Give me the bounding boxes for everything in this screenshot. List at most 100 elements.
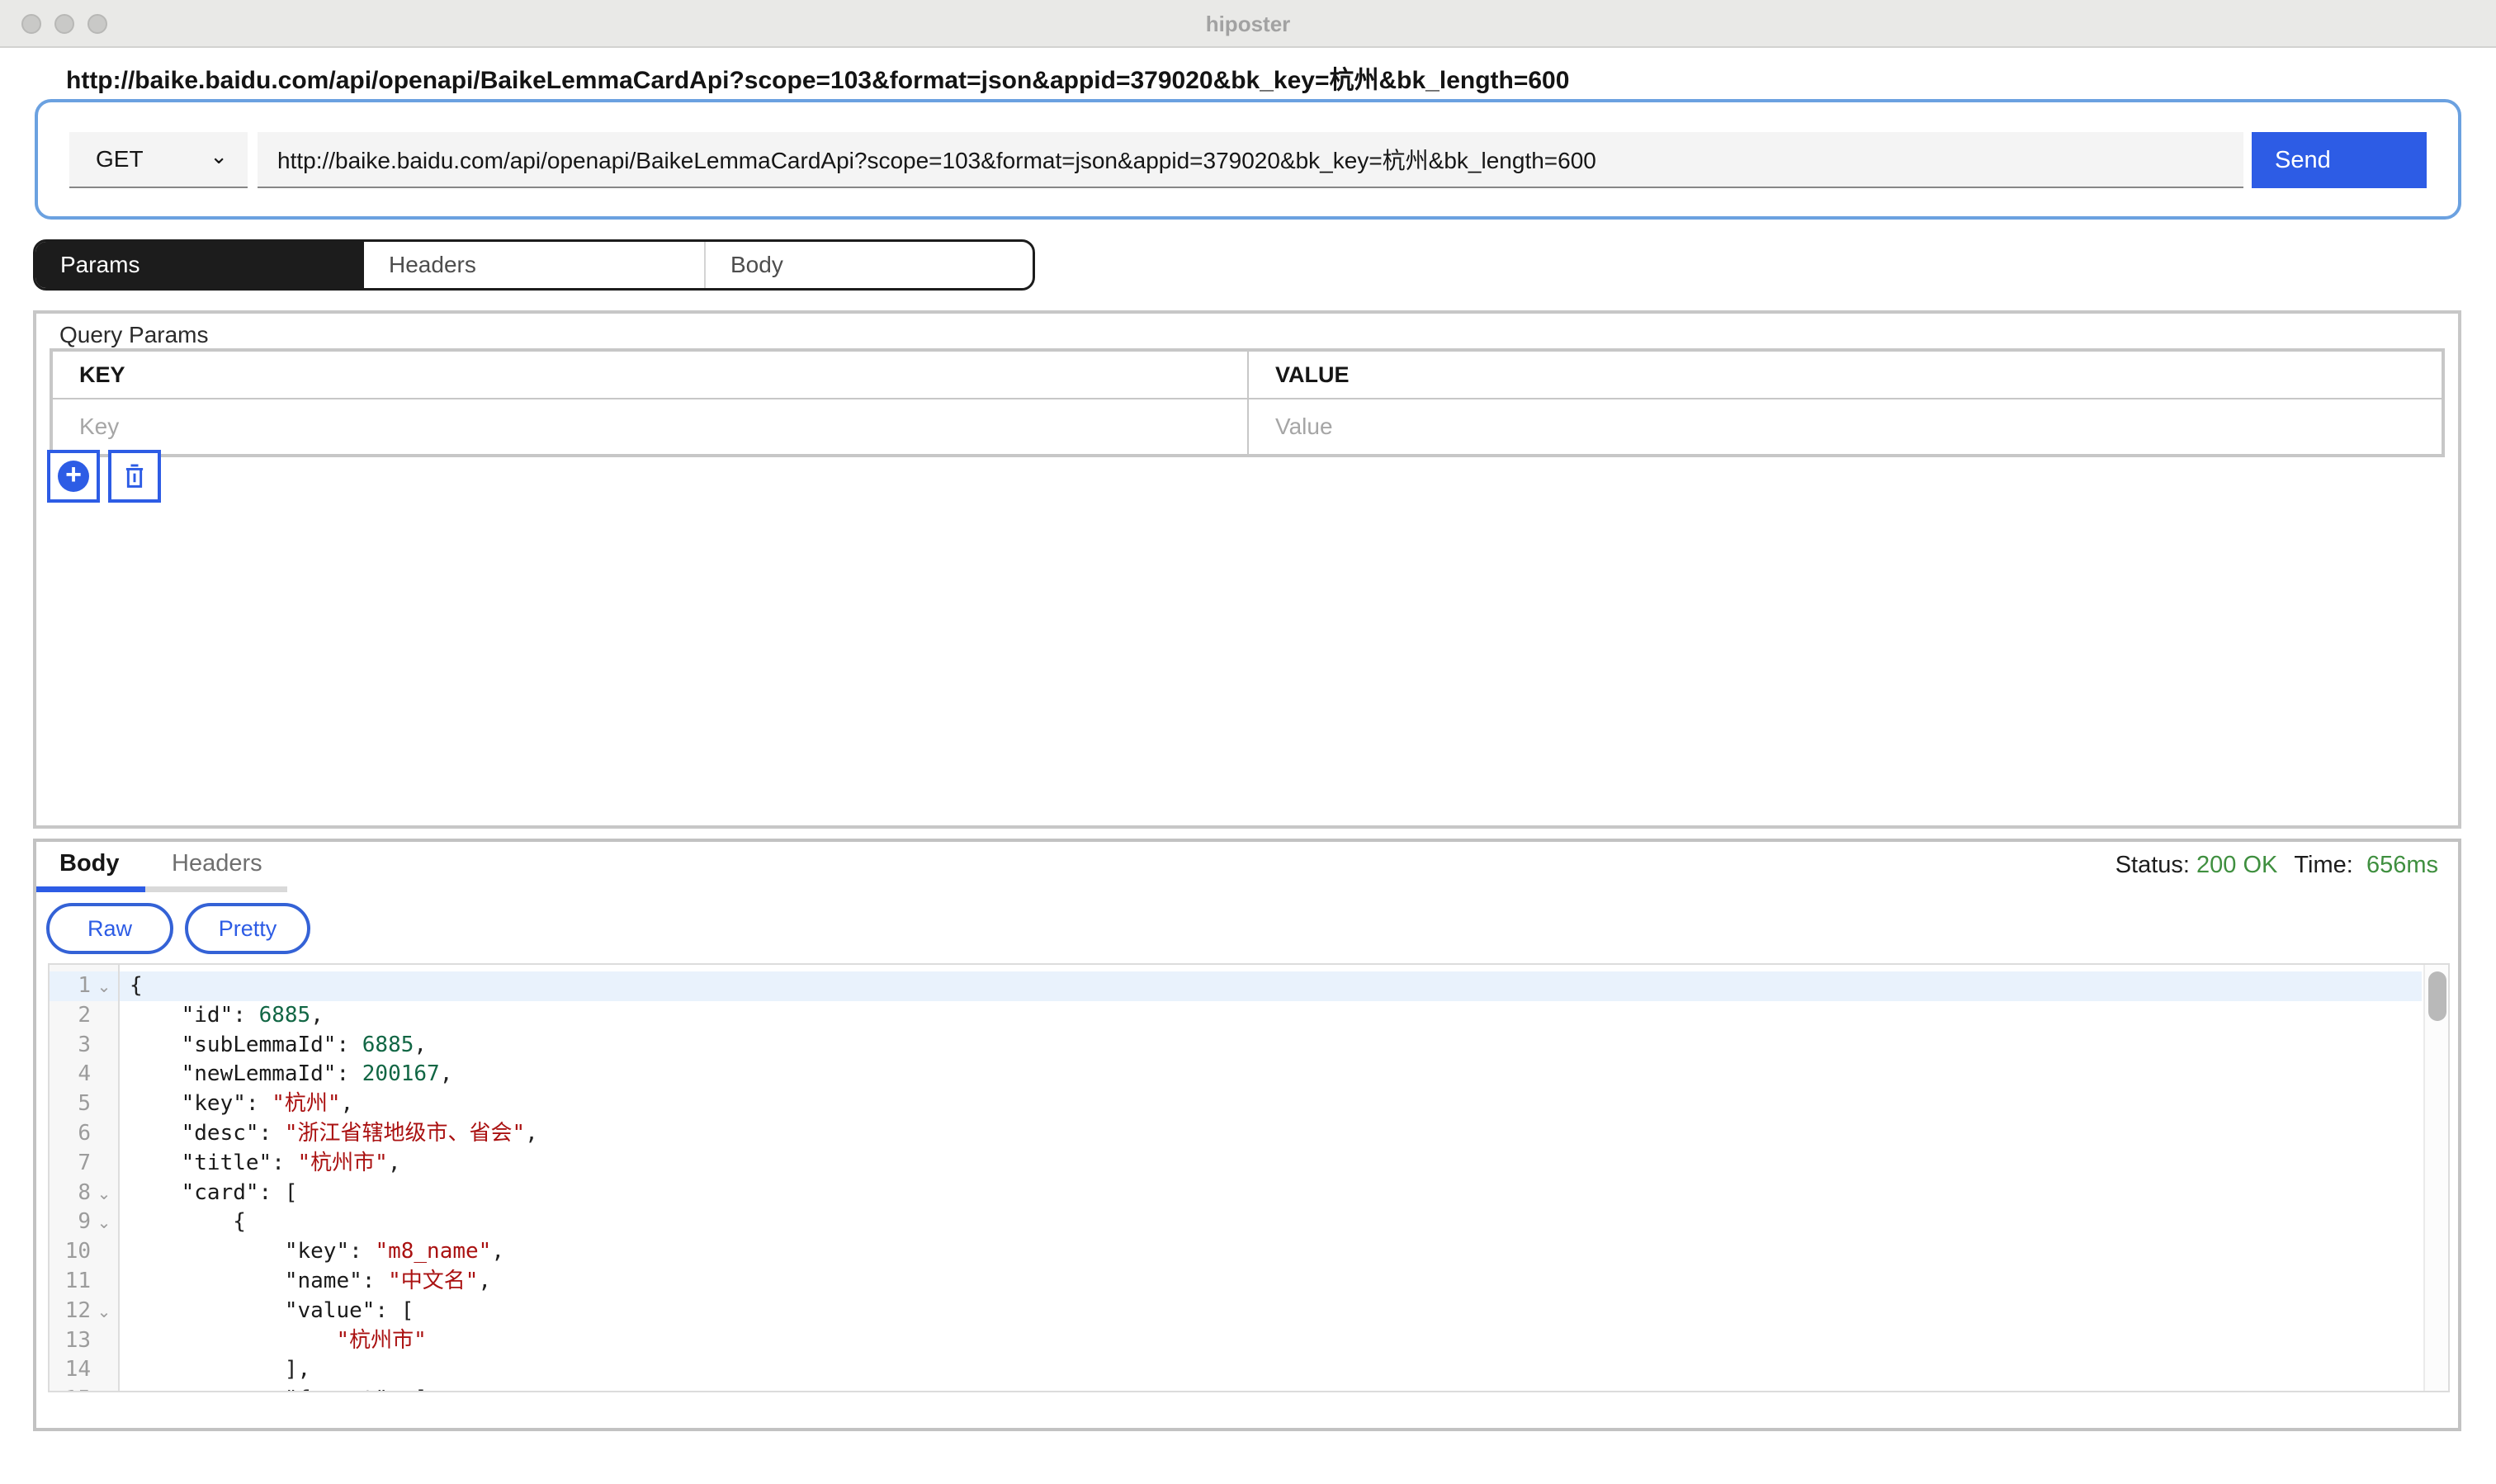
editor-scrollbar-thumb[interactable] <box>2428 971 2446 1021</box>
code-line[interactable]: 15⌄ "format": [ <box>50 1385 2422 1392</box>
active-tab-underline <box>36 886 145 892</box>
line-number: 1 <box>50 971 91 1001</box>
fold-chevron-icon[interactable]: ⌄ <box>91 1297 117 1326</box>
response-status-line: Status: 200 OKTime: 656ms <box>2115 852 2438 879</box>
gutter-cell: 3 <box>50 1031 120 1061</box>
response-tab-headers[interactable]: Headers <box>172 850 262 877</box>
param-key-input[interactable] <box>53 399 1247 454</box>
code-line[interactable]: 12⌄ "value": [ <box>50 1297 2422 1326</box>
fold-spacer <box>91 1267 117 1297</box>
code-line[interactable]: 13 "杭州市" <box>50 1326 2422 1356</box>
code-text: "id": 6885, <box>120 1001 2422 1031</box>
fold-spacer <box>91 1237 117 1267</box>
code-text: "key": "杭州", <box>120 1089 2422 1119</box>
line-number: 4 <box>50 1060 91 1089</box>
gutter-cell: 9⌄ <box>50 1208 120 1237</box>
code-line[interactable]: 5 "key": "杭州", <box>50 1089 2422 1119</box>
trash-icon <box>120 461 149 491</box>
code-line[interactable]: 8⌄ "card": [ <box>50 1179 2422 1208</box>
status-value: 200 OK <box>2196 852 2277 878</box>
raw-view-button[interactable]: Raw <box>46 903 173 954</box>
line-number: 10 <box>50 1237 91 1267</box>
response-tab-body[interactable]: Body <box>59 850 120 877</box>
line-number: 12 <box>50 1297 91 1326</box>
tab-params[interactable]: Params <box>35 242 364 288</box>
method-select[interactable]: GET ⌄ <box>69 132 248 188</box>
key-cell <box>53 399 1247 454</box>
code-line[interactable]: 6 "desc": "浙江省辖地级市、省会", <box>50 1119 2422 1149</box>
code-line[interactable]: 14 ], <box>50 1355 2422 1385</box>
code-text: "key": "m8_name", <box>120 1237 2422 1267</box>
fold-spacer <box>91 1031 117 1061</box>
tab-headers[interactable]: Headers <box>364 242 704 288</box>
response-panel: Body Headers Status: 200 OKTime: 656ms R… <box>33 839 2461 1431</box>
value-cell <box>1247 399 2442 454</box>
value-column-header: VALUE <box>1247 352 2442 398</box>
gutter-cell: 1⌄ <box>50 971 120 1001</box>
code-text: "杭州市" <box>120 1326 2422 1356</box>
fold-chevron-icon[interactable]: ⌄ <box>91 1179 117 1208</box>
fold-spacer <box>91 1326 117 1356</box>
code-line[interactable]: 4 "newLemmaId": 200167, <box>50 1060 2422 1089</box>
table-row <box>53 398 2442 454</box>
line-number: 13 <box>50 1326 91 1356</box>
code-text: "desc": "浙江省辖地级市、省会", <box>120 1119 2422 1149</box>
time-value: 656ms <box>2366 852 2438 878</box>
code-text: "newLemmaId": 200167, <box>120 1060 2422 1089</box>
code-text: ], <box>120 1355 2422 1385</box>
gutter-cell: 5 <box>50 1089 120 1119</box>
gutter-cell: 8⌄ <box>50 1179 120 1208</box>
gutter-cell: 4 <box>50 1060 120 1089</box>
fold-chevron-icon[interactable]: ⌄ <box>91 1208 117 1237</box>
fold-spacer <box>91 1089 117 1119</box>
table-header-row: KEY VALUE <box>53 352 2442 398</box>
gutter-cell: 2 <box>50 1001 120 1031</box>
code-text: { <box>120 1208 2422 1237</box>
fold-spacer <box>91 1149 117 1179</box>
request-url-display: http://baike.baidu.com/api/openapi/Baike… <box>66 59 1569 96</box>
line-number: 3 <box>50 1031 91 1061</box>
code-line[interactable]: 2 "id": 6885, <box>50 1001 2422 1031</box>
code-line[interactable]: 9⌄ { <box>50 1208 2422 1237</box>
code-line[interactable]: 11 "name": "中文名", <box>50 1267 2422 1297</box>
code-text: "format": [ <box>120 1385 2422 1392</box>
line-number: 8 <box>50 1179 91 1208</box>
tab-body[interactable]: Body <box>704 242 1033 288</box>
window-title: hiposter <box>0 12 2496 37</box>
line-number: 15 <box>50 1385 91 1392</box>
add-param-button[interactable]: + <box>47 450 100 503</box>
gutter-cell: 14 <box>50 1355 120 1385</box>
line-number: 9 <box>50 1208 91 1237</box>
code-text: "title": "杭州市", <box>120 1149 2422 1179</box>
time-label: Time: <box>2294 852 2352 878</box>
fold-chevron-icon[interactable]: ⌄ <box>91 1385 117 1392</box>
titlebar: hiposter <box>0 0 2496 48</box>
app-window: hiposter http://baike.baidu.com/api/open… <box>0 0 2496 1484</box>
line-number: 11 <box>50 1267 91 1297</box>
code-text: { <box>120 971 2422 1001</box>
code-line[interactable]: 10 "key": "m8_name", <box>50 1237 2422 1267</box>
delete-param-button[interactable] <box>108 450 161 503</box>
gutter-cell: 13 <box>50 1326 120 1356</box>
response-body-editor[interactable]: 1⌄{2 "id": 6885,3 "subLemmaId": 6885,4 "… <box>48 963 2450 1392</box>
param-value-input[interactable] <box>1249 399 2442 454</box>
param-actions: + <box>47 450 161 503</box>
line-number: 6 <box>50 1119 91 1149</box>
fold-chevron-icon[interactable]: ⌄ <box>91 971 117 1001</box>
send-button[interactable]: Send <box>2252 132 2427 188</box>
url-input[interactable] <box>258 132 2243 188</box>
editor-scrollbar-track[interactable] <box>2423 965 2448 1391</box>
fold-spacer <box>91 1060 117 1089</box>
code-line[interactable]: 7 "title": "杭州市", <box>50 1149 2422 1179</box>
code-line[interactable]: 3 "subLemmaId": 6885, <box>50 1031 2422 1061</box>
gutter-cell: 7 <box>50 1149 120 1179</box>
line-number: 2 <box>50 1001 91 1031</box>
pretty-view-button[interactable]: Pretty <box>185 903 310 954</box>
request-tabbar: Params Headers Body <box>33 239 1035 291</box>
gutter-cell: 15⌄ <box>50 1385 120 1392</box>
line-number: 7 <box>50 1149 91 1179</box>
code-text: "name": "中文名", <box>120 1267 2422 1297</box>
tab-underline-track <box>145 886 287 892</box>
request-bar: GET ⌄ Send <box>35 99 2461 220</box>
code-line[interactable]: 1⌄{ <box>50 971 2422 1001</box>
